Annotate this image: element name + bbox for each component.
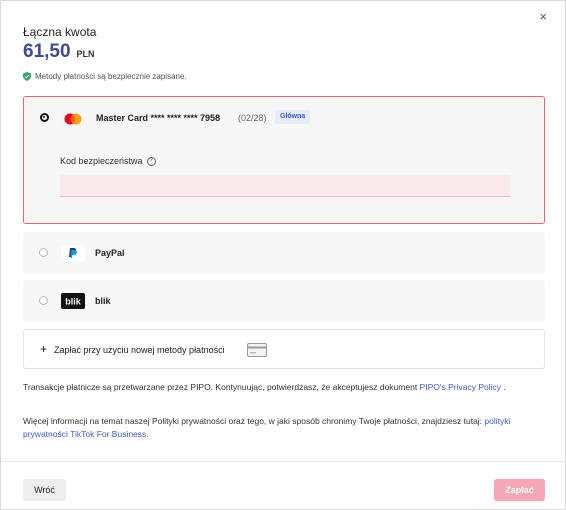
new-payment-method-button[interactable]: + Zapłać przy użyciu nowej metody płatno… [23, 329, 545, 369]
security-code-input[interactable] [60, 175, 510, 197]
legal-text-tiktok: Więcej informacji na temat naszej Polity… [23, 415, 543, 441]
secure-note: Metody płatności są bezpiecznie zapisane… [23, 72, 187, 81]
back-button[interactable]: Wróć [23, 479, 66, 501]
payment-option-blik[interactable]: blik blik [23, 280, 545, 322]
legal-line-1-end: . [503, 382, 506, 392]
secure-note-text: Metody płatności są bezpiecznie zapisane… [35, 72, 187, 81]
legal-line-2: Więcej informacji na temat naszej Polity… [23, 416, 483, 426]
credit-card-icon [247, 343, 267, 357]
total-label: Łączna kwota [23, 25, 97, 39]
pipo-privacy-link[interactable]: PIPO's Privacy Policy [420, 382, 501, 392]
blik-icon: blik [61, 293, 85, 309]
pay-button[interactable]: Zapłać [494, 479, 545, 501]
mastercard-icon [64, 113, 82, 125]
legal-text-pipo: Transakcje płatnicze są przetwarzane prz… [23, 381, 543, 394]
svg-text:blik: blik [65, 297, 81, 307]
paypal-icon [61, 245, 85, 261]
amount-value: 61,50 [23, 41, 71, 62]
paypal-radio[interactable] [39, 248, 48, 257]
card-radio[interactable] [40, 113, 49, 122]
card-label: Master Card **** **** **** 7958 [96, 113, 221, 123]
shield-icon [23, 72, 31, 81]
plus-icon: + [40, 342, 48, 356]
card-expiry: (02/28) [238, 113, 267, 123]
saved-card-option[interactable]: Master Card **** **** **** 7958 (02/28) … [23, 96, 545, 224]
payment-option-paypal[interactable]: PayPal [23, 232, 545, 274]
blik-radio[interactable] [39, 296, 48, 305]
primary-badge: Główna [275, 110, 311, 124]
blik-label: blik [95, 296, 111, 306]
new-payment-method-label: Zapłać przy użyciu nowej metody płatnośc… [54, 345, 225, 355]
card-header[interactable]: Master Card **** **** **** 7958 (02/28) … [24, 97, 544, 139]
amount-currency: PLN [76, 49, 95, 59]
security-code-label: Kod bezpieczeństwa ? [60, 156, 156, 166]
security-code-label-text: Kod bezpieczeństwa [60, 156, 143, 166]
legal-line-2-end: . [146, 429, 149, 439]
total-amount: 61,50 PLN [23, 41, 95, 63]
footer-divider [1, 461, 566, 462]
close-icon[interactable]: × [539, 10, 547, 24]
paypal-label: PayPal [95, 248, 125, 258]
help-icon[interactable]: ? [146, 156, 156, 166]
payment-modal: × Łączna kwota 61,50 PLN Metody płatnośc… [0, 0, 566, 510]
legal-line-1: Transakcje płatnicze są przetwarzane prz… [23, 382, 418, 392]
